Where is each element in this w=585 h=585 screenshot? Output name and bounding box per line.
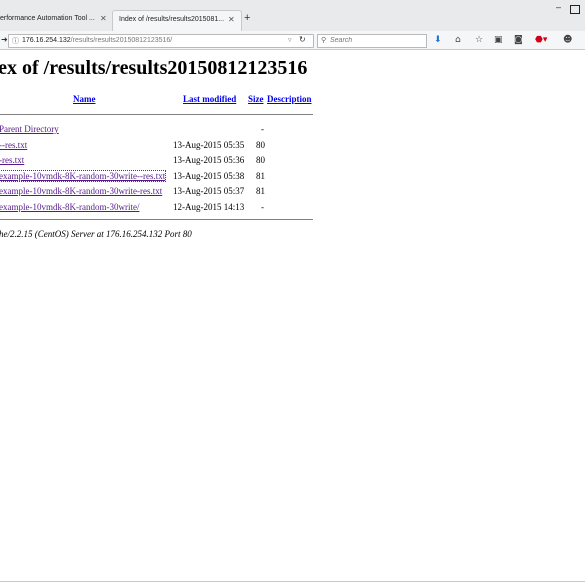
file-link[interactable]: --res.txt <box>0 140 27 150</box>
file-size: - <box>261 124 264 134</box>
server-signature: che/2.2.15 (CentOS) Server at 176.16.254… <box>0 229 192 239</box>
last-modified: 13-Aug-2015 05:38 <box>173 171 245 181</box>
navigation-toolbar: ➜ ⓘ 176.16.254.132/results/results201508… <box>0 31 585 50</box>
table-row: -res.txt 13-Aug-2015 05:36 80 <box>0 155 315 168</box>
tab-performance-automation-tool[interactable]: erformance Automation Tool ... ✕ <box>0 10 112 31</box>
home-icon[interactable]: ⌂ <box>455 35 461 45</box>
sort-by-modified-link[interactable]: Last modified <box>183 94 236 104</box>
dropdown-icon[interactable]: ▿ <box>288 36 292 44</box>
forward-icon[interactable]: ➜ <box>1 35 8 44</box>
url-path: /results/results20150812123516/ <box>70 37 173 44</box>
parent-directory-link[interactable]: Parent Directory <box>0 124 59 134</box>
page-title: dex of /results/results20150812123516 <box>0 57 308 79</box>
close-tab-icon[interactable]: ✕ <box>100 14 107 23</box>
column-header-modified[interactable]: Last modified <box>183 94 236 106</box>
chat-icon[interactable]: ☻ <box>563 35 572 45</box>
tab-label: erformance Automation Tool ... <box>0 15 95 22</box>
table-row: example-10vmdk-8K-random-30write--res.tx… <box>0 170 315 184</box>
tab-label: Index of /results/results2015081... <box>119 16 225 23</box>
column-header-description[interactable]: Description <box>267 94 312 106</box>
file-size: 81 <box>256 186 265 196</box>
table-row: example-10vmdk-8K-random-30write/ 12-Aug… <box>0 202 315 215</box>
file-size: 81 <box>256 171 265 181</box>
minimize-window-button[interactable]: – <box>556 2 561 12</box>
table-row: --res.txt 13-Aug-2015 05:35 80 <box>0 140 315 153</box>
maximize-window-button[interactable] <box>570 5 580 14</box>
reading-list-icon[interactable]: ▣ <box>494 35 503 45</box>
info-icon[interactable]: ⓘ <box>12 36 19 45</box>
file-size: 80 <box>256 155 265 165</box>
url-host: 176.16.254.132 <box>22 37 71 44</box>
table-row: Parent Directory - <box>0 124 315 137</box>
file-size: 80 <box>256 140 265 150</box>
close-tab-icon[interactable]: ✕ <box>228 15 235 24</box>
file-size: - <box>261 202 264 212</box>
tab-strip: erformance Automation Tool ... ✕ Index o… <box>0 0 585 32</box>
divider <box>0 219 313 220</box>
file-link[interactable]: -res.txt <box>0 155 24 165</box>
download-icon[interactable]: ⬇ <box>434 35 442 45</box>
last-modified: 12-Aug-2015 14:13 <box>173 202 245 212</box>
reload-icon[interactable]: ↻ <box>299 35 306 44</box>
bookmark-star-icon[interactable]: ☆ <box>475 35 483 45</box>
last-modified: 13-Aug-2015 05:37 <box>173 186 245 196</box>
url-text[interactable]: 176.16.254.132/results/results2015081212… <box>22 37 172 44</box>
sort-by-size-link[interactable]: Size <box>248 94 264 104</box>
search-icon: ⚲ <box>321 36 327 44</box>
folder-link[interactable]: example-10vmdk-8K-random-30write/ <box>0 202 139 212</box>
sort-by-description-link[interactable]: Description <box>267 94 312 104</box>
tab-index-of-results[interactable]: Index of /results/results2015081... ✕ <box>112 10 242 32</box>
column-header-name[interactable]: Name <box>73 94 96 106</box>
file-link[interactable]: example-10vmdk-8K-random-30write--res.tx… <box>0 170 167 182</box>
sort-by-name-link[interactable]: Name <box>73 94 96 104</box>
new-tab-button[interactable]: + <box>244 12 250 24</box>
last-modified: 13-Aug-2015 05:36 <box>173 155 245 165</box>
divider <box>0 114 313 115</box>
abp-icon[interactable]: ⬣▾ <box>535 35 547 45</box>
pocket-icon[interactable]: ◙ <box>514 35 523 45</box>
file-link[interactable]: example-10vmdk-8K-random-30write-res.txt <box>0 186 162 196</box>
search-input[interactable] <box>330 36 420 45</box>
url-bar[interactable]: ⓘ 176.16.254.132/results/results20150812… <box>8 34 314 48</box>
window-bottom-border <box>0 581 585 582</box>
table-row: example-10vmdk-8K-random-30write-res.txt… <box>0 186 315 199</box>
last-modified: 13-Aug-2015 05:35 <box>173 140 245 150</box>
search-bar[interactable]: ⚲ <box>317 34 427 48</box>
column-header-size[interactable]: Size <box>248 94 264 106</box>
